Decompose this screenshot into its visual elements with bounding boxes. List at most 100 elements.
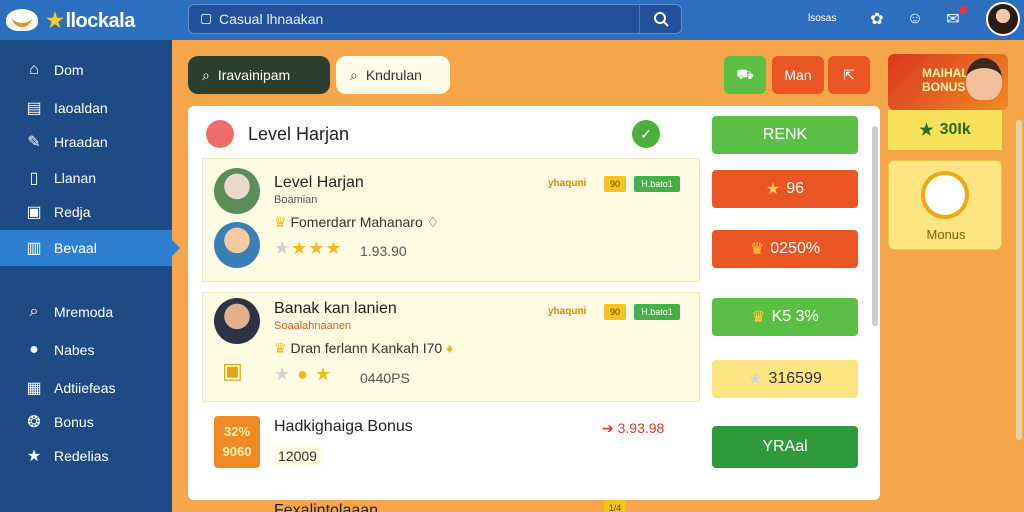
main-button-label: Man (784, 67, 812, 83)
sidebar-item-label: Mremoda (54, 304, 114, 320)
sidebar-item-mremoda[interactable]: ⌕ Mremoda (0, 294, 172, 330)
star-icon: ★ (765, 181, 781, 198)
scrollbar[interactable] (872, 126, 878, 326)
door-icon: ▯ (29, 170, 39, 187)
sidebar-item-adtiiefeas[interactable]: ▦ Adtiiefeas (0, 370, 172, 406)
sidebar-item-label: Adtiiefeas (54, 380, 116, 396)
renk-button[interactable]: RENK (712, 116, 858, 154)
treasure-icon: ▣ (222, 358, 244, 383)
status-text: lsosas (808, 13, 837, 24)
expand-button[interactable]: ⇱ (828, 56, 870, 94)
sidebar-item-iaoaldan[interactable]: ▤ Iaoaldan (0, 90, 172, 126)
scrollbar[interactable] (1016, 120, 1022, 440)
row-subtitle: Soaalahnaanen (274, 320, 352, 332)
row-action-label: 316599 (768, 370, 822, 387)
card-icon: ▥ (26, 240, 42, 257)
row-action-label: 0250% (770, 240, 821, 257)
logo-text: llockala (65, 9, 135, 32)
row-action-button[interactable]: ★ 96 (712, 170, 858, 208)
avatar[interactable] (986, 2, 1020, 36)
settings-icon[interactable]: ✿ (866, 8, 888, 30)
expand-icon: ⇱ (843, 66, 855, 83)
row-value: 12009 (274, 446, 321, 466)
star-icon: ★ (748, 371, 763, 388)
bonus-card-label: Monus (926, 227, 966, 242)
bonus-card[interactable]: Monus (888, 160, 1002, 250)
tab-label: Kndrulan (365, 67, 422, 83)
avatar (214, 222, 260, 268)
sidebar-item-label: Nabes (54, 342, 95, 358)
tab-iravainipam[interactable]: ⌕ Iravainipam (188, 56, 330, 94)
row-value: 0440PS (360, 370, 410, 386)
sidebar-item-label: Hraadan (54, 134, 108, 150)
main-button[interactable]: Man (772, 56, 824, 94)
main-panel: Level Harjan ✓ RENK Level Harjan Boamian… (188, 106, 880, 500)
arrow-icon: ➔ (602, 420, 614, 436)
app-logo[interactable]: ★ llockala (6, 6, 166, 34)
check-icon[interactable]: ✓ (632, 120, 660, 148)
notification-icon[interactable]: ✉ (942, 6, 967, 30)
document-icon: ▤ (26, 100, 42, 117)
sidebar-item-label: Redja (54, 204, 91, 220)
crown-icon: ♛ (751, 309, 766, 326)
row-title: Banak kan lanien (274, 300, 397, 317)
star-icon: ★ (919, 122, 934, 139)
row-badge: H.bato1 (634, 304, 680, 320)
sidebar-item-nabes[interactable]: ● Nabes (0, 332, 172, 368)
sidebar-item-bonus[interactable]: ❂ Bonus (0, 404, 172, 440)
user-icon[interactable]: ☺ (904, 8, 926, 30)
search-icon: ⌕ (202, 66, 210, 83)
row-badge: H.bato1 (634, 176, 680, 192)
gift-icon: ❂ (27, 414, 41, 431)
bonus-yellow-button[interactable]: ★ 30Ik (888, 110, 1002, 150)
cart-icon: ⛟ (736, 65, 754, 82)
chart-icon: ▦ (26, 380, 42, 397)
crown-icon: ♛ (274, 214, 287, 230)
row-title: Hadkighaiga Bonus (274, 418, 413, 435)
tab-kndrulan[interactable]: ⌕ Kndrulan (336, 56, 450, 94)
cart-button[interactable]: ⛟ (724, 56, 766, 94)
clock-icon (921, 171, 969, 219)
avatar (214, 298, 260, 344)
chat-icon: ● (29, 341, 39, 358)
row-badge: 90 (604, 176, 626, 192)
row-action-button[interactable]: ♛ K5 3% (712, 298, 858, 336)
search-icon: ⌕ (350, 66, 358, 83)
sidebar-item-label: Dom (54, 62, 84, 78)
sidebar-item-bevaal[interactable]: ▥ Bevaal (0, 230, 180, 266)
top-bar: ★ llockala Casual lhnaakan lsosas ✿ ☺ ✉ (0, 0, 1024, 40)
sidebar-item-redelias[interactable]: ★ Redelias (0, 438, 172, 474)
star-icon: ★ (26, 448, 42, 465)
search-input[interactable]: Casual lhnaakan (219, 11, 323, 27)
star-icon: ★ (46, 9, 64, 32)
bonus-banner[interactable]: MAIHAL BONUS (888, 54, 1008, 110)
diamond-icon: ♢ (426, 214, 440, 230)
search-bar[interactable]: Casual lhnaakan (188, 4, 682, 34)
lock-icon (201, 14, 211, 24)
row-action-button[interactable]: ★ 316599 (712, 360, 858, 398)
notification-badge (959, 6, 967, 14)
row-text: Fomerdarr Mahanarо (290, 214, 423, 230)
sidebar-item-label: Llanan (54, 170, 97, 186)
row-action-label: K5 3% (771, 308, 819, 325)
home-icon: ⌂ (29, 61, 39, 78)
sidebar-item-dom[interactable]: ⌂ Dom (0, 52, 172, 88)
row-title: Level Harjan (274, 174, 364, 191)
rating-stars: ★★★★ (274, 238, 343, 258)
search-button[interactable] (639, 5, 681, 33)
row-tag: yhaquni (548, 306, 587, 317)
row-action-button[interactable]: YRAal (712, 426, 858, 468)
tab-label: Iravainipam (217, 67, 291, 83)
panel-title: Level Harjan (206, 118, 349, 150)
rating-stars: ★ ● ★ (274, 364, 333, 384)
sidebar-item-llanan[interactable]: ▯ Llanan (0, 160, 172, 196)
sidebar-item-hraadan[interactable]: ✎ Hraadan (0, 124, 172, 160)
row-badge: 90 (604, 304, 626, 320)
sidebar-item-redja[interactable]: ▣ Redja (0, 194, 172, 230)
sidebar-item-label: Bonus (54, 414, 94, 430)
row-action-button[interactable]: ♛ 0250% (712, 230, 858, 268)
sidebar-item-label: Iaoaldan (54, 100, 108, 116)
row-subtitle: Boamian (274, 194, 318, 206)
logo-mark-icon (6, 9, 38, 31)
sidebar: ⌂ Dom ▤ Iaoaldan ✎ Hraadan ▯ Llanan ▣ Redja ▥… (0, 40, 180, 512)
